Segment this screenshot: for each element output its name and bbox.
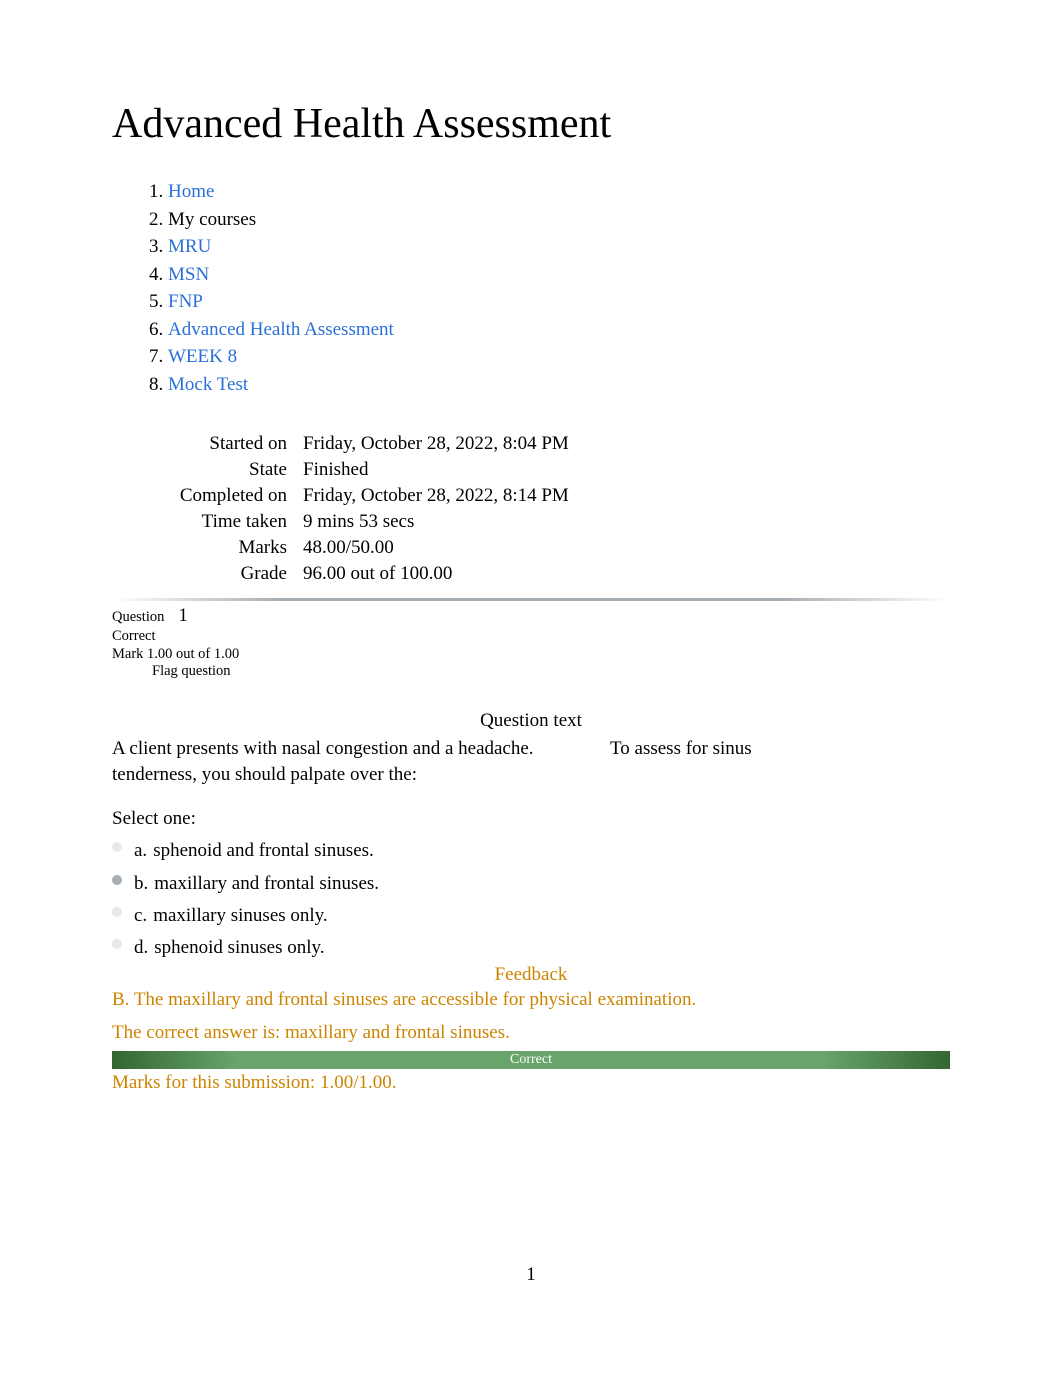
breadcrumb: Home My courses MRU MSN FNP Advanced Hea… (112, 178, 950, 398)
breadcrumb-item-fnp: FNP (168, 288, 950, 316)
question-body: A client presents with nasal congestion … (112, 736, 950, 964)
question-text-heading: Question text (112, 710, 950, 732)
radio-icon (112, 842, 122, 852)
option-text: sphenoid sinuses only. (154, 937, 324, 958)
summary-value: Friday, October 28, 2022, 8:04 PM (295, 431, 950, 457)
question-block: Question1 Correct Mark 1.00 out of 1.00 … (112, 605, 950, 1094)
question-prompt: A client presents with nasal congestion … (112, 736, 950, 787)
breadcrumb-link-test[interactable]: Mock Test (168, 374, 248, 395)
submission-marks: Marks for this submission: 1.00/1.00. (112, 1072, 950, 1094)
option-text: maxillary and frontal sinuses. (154, 873, 379, 894)
summary-value: Friday, October 28, 2022, 8:14 PM (295, 483, 950, 509)
page-number: 1 (112, 1264, 950, 1286)
select-one-label: Select one: (112, 806, 950, 832)
summary-row-completed: Completed onFriday, October 28, 2022, 8:… (112, 483, 950, 509)
summary-label: Grade (112, 561, 295, 587)
question-label: Question (112, 609, 164, 625)
option-c[interactable]: c. maxillary sinuses only. (112, 900, 950, 932)
summary-label: Started on (112, 431, 295, 457)
breadcrumb-link-msn[interactable]: MSN (168, 264, 209, 285)
radio-icon (112, 907, 122, 917)
page-title: Advanced Health Assessment (112, 100, 950, 148)
divider (112, 598, 950, 601)
breadcrumb-item-test: Mock Test (168, 371, 950, 399)
breadcrumb-item-mru: MRU (168, 233, 950, 261)
breadcrumb-item-my-courses: My courses (168, 206, 950, 234)
summary-label: State (112, 457, 295, 483)
radio-icon (112, 875, 122, 885)
summary-value: 48.00/50.00 (295, 535, 950, 561)
option-label: c. (134, 905, 147, 926)
option-b[interactable]: b. maxillary and frontal sinuses. (112, 868, 950, 900)
option-text: maxillary sinuses only. (153, 905, 328, 926)
option-label: a. (134, 840, 147, 861)
summary-label: Marks (112, 535, 295, 561)
summary-row-marks: Marks48.00/50.00 (112, 535, 950, 561)
question-number: 1 (178, 605, 188, 626)
summary-value: Finished (295, 457, 950, 483)
summary-row-grade: Grade96.00 out of 100.00 (112, 561, 950, 587)
correct-answer-text: The correct answer is: maxillary and fro… (112, 1019, 950, 1048)
summary-row-started: Started onFriday, October 28, 2022, 8:04… (112, 431, 950, 457)
option-label: d. (134, 937, 148, 958)
option-label: b. (134, 873, 148, 894)
summary-row-state: StateFinished (112, 457, 950, 483)
breadcrumb-item-home: Home (168, 178, 950, 206)
option-text: sphenoid and frontal sinuses. (153, 840, 374, 861)
breadcrumb-link-home[interactable]: Home (168, 181, 214, 202)
breadcrumb-item-msn: MSN (168, 261, 950, 289)
radio-icon (112, 939, 122, 949)
question-mark: Mark 1.00 out of 1.00 (112, 646, 239, 662)
option-a[interactable]: a. sphenoid and frontal sinuses. (112, 835, 950, 867)
feedback-heading: Feedback (112, 964, 950, 986)
breadcrumb-link-fnp[interactable]: FNP (168, 291, 203, 312)
correct-bar: Correct (112, 1051, 950, 1069)
summary-value: 9 mins 53 secs (295, 509, 950, 535)
options-list: a.sphenoid and frontal sinuses. b.maxill… (112, 835, 950, 964)
option-d[interactable]: d. sphenoid sinuses only. (112, 932, 950, 964)
feedback-rationale: B. The maxillary and frontal sinuses are… (112, 986, 950, 1015)
breadcrumb-item-week: WEEK 8 (168, 343, 950, 371)
breadcrumb-link-mru[interactable]: MRU (168, 236, 211, 257)
question-correctness: Correct (112, 628, 155, 644)
summary-label: Time taken (112, 509, 295, 535)
summary-label: Completed on (112, 483, 295, 509)
breadcrumb-link-week[interactable]: WEEK 8 (168, 346, 237, 367)
question-header: Question1 Correct Mark 1.00 out of 1.00 … (112, 605, 950, 680)
flag-question[interactable]: Flag question (112, 663, 950, 680)
breadcrumb-item-course: Advanced Health Assessment (168, 316, 950, 344)
summary-row-time-taken: Time taken9 mins 53 secs (112, 509, 950, 535)
summary-value: 96.00 out of 100.00 (295, 561, 950, 587)
attempt-summary: Started onFriday, October 28, 2022, 8:04… (112, 423, 950, 595)
breadcrumb-link-course[interactable]: Advanced Health Assessment (168, 319, 394, 340)
